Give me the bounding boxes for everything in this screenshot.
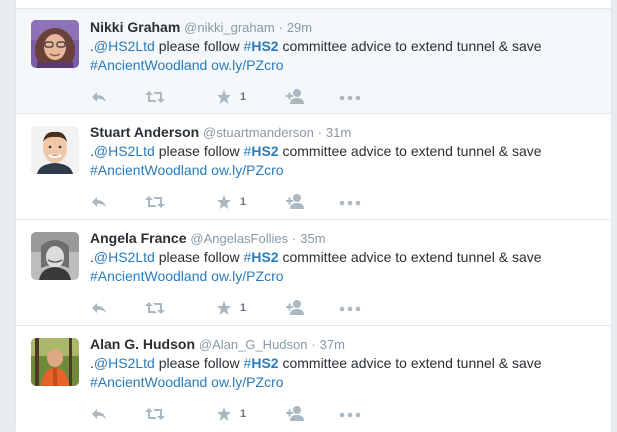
reply-icon[interactable] [90,299,108,317]
timestamp[interactable]: 35m [300,231,325,246]
username[interactable]: @Alan_G_Hudson [199,337,308,352]
reply-icon[interactable] [90,405,108,423]
display-name[interactable]: Stuart Anderson [90,124,199,140]
timestamp[interactable]: 29m [287,20,312,35]
favorite-count: 1 [240,196,247,208]
tweet-text: .@HS2Ltd please follow #HS2 committee ad… [90,38,542,73]
avatar[interactable] [31,232,79,280]
hashtag-link[interactable]: #HS2 [244,249,279,265]
retweet-icon[interactable] [144,299,166,317]
star-icon[interactable] [216,299,232,317]
follow-icon[interactable] [286,299,306,317]
url-link[interactable]: ow.ly/PZcro [211,162,283,178]
separator: · [292,231,297,246]
mention-link[interactable]: @HS2Ltd [94,38,155,54]
username[interactable]: @AngelasFollies [190,231,288,246]
star-icon[interactable] [216,88,232,106]
tweet-text: .@HS2Ltd please follow #HS2 committee ad… [90,143,542,178]
hashtag-link[interactable]: #AncientWoodland [90,162,207,178]
hashtag-link[interactable]: #AncientWoodland [90,57,207,73]
retweet-icon[interactable] [144,88,166,106]
tweet-text: .@HS2Ltd please follow #HS2 committee ad… [90,249,542,284]
more-icon[interactable] [339,405,361,423]
separator: · [278,20,283,35]
tweet-actions: 1 [90,299,390,317]
tweet[interactable]: Stuart Anderson @stuartmanderson · 31m .… [16,113,611,220]
mention-link[interactable]: @HS2Ltd [94,249,155,265]
hashtag-link[interactable]: #AncientWoodland [90,268,207,284]
tweet-actions: 1 [90,405,390,423]
tweet-actions: 1 [90,193,390,211]
tweet-text: .@HS2Ltd please follow #HS2 committee ad… [90,355,542,390]
tweet-header: Angela France @AngelasFollies · 35m [90,229,326,247]
display-name[interactable]: Nikki Graham [90,19,181,35]
follow-icon[interactable] [286,193,306,211]
display-name[interactable]: Angela France [90,230,186,246]
retweet-icon[interactable] [144,405,166,423]
favorite-count: 1 [240,91,247,103]
tweet[interactable]: Alan G. Hudson @Alan_G_Hudson · 37m .@HS… [16,325,611,432]
mention-link[interactable]: @HS2Ltd [94,355,155,371]
username[interactable]: @nikki_graham [184,20,275,35]
url-link[interactable]: ow.ly/PZcro [211,374,283,390]
separator: · [317,125,323,140]
star-icon[interactable] [216,193,232,211]
tweet-header: Nikki Graham @nikki_graham · 29m [90,18,312,36]
retweet-icon[interactable] [144,193,166,211]
timestamp[interactable]: 31m [326,125,351,140]
tweet-header: Alan G. Hudson @Alan_G_Hudson · 37m [90,335,345,353]
tweet[interactable]: Angela France @AngelasFollies · 35m .@HS… [16,219,611,326]
hashtag-link[interactable]: #AncientWoodland [90,374,207,390]
display-name[interactable]: Alan G. Hudson [90,336,195,352]
url-link[interactable]: ow.ly/PZcro [211,57,283,73]
tweet[interactable]: Nikki Graham @nikki_graham · 29m .@HS2Lt… [16,8,611,113]
hashtag-link[interactable]: #HS2 [244,355,279,371]
timestamp[interactable]: 37m [320,337,345,352]
reply-icon[interactable] [90,88,108,106]
mention-link[interactable]: @HS2Ltd [94,143,155,159]
favorite-count: 1 [240,302,247,314]
hashtag-link[interactable]: #HS2 [244,143,279,159]
avatar[interactable] [31,338,79,386]
more-icon[interactable] [339,299,361,317]
tweet-actions: 1 [90,88,390,106]
follow-icon[interactable] [286,88,306,106]
more-icon[interactable] [339,88,361,106]
hashtag-link[interactable]: #HS2 [244,38,279,54]
tweet-header: Stuart Anderson @stuartmanderson · 31m [90,123,351,141]
more-icon[interactable] [339,193,361,211]
separator: · [311,337,316,352]
follow-icon[interactable] [286,405,306,423]
timeline: Nikki Graham @nikki_graham · 29m .@HS2Lt… [15,0,612,432]
star-icon[interactable] [216,405,232,423]
avatar[interactable] [31,20,79,68]
url-link[interactable]: ow.ly/PZcro [211,268,283,284]
username[interactable]: @stuartmanderson [203,125,314,140]
avatar[interactable] [31,126,79,174]
favorite-count: 1 [240,408,247,420]
reply-icon[interactable] [90,193,108,211]
